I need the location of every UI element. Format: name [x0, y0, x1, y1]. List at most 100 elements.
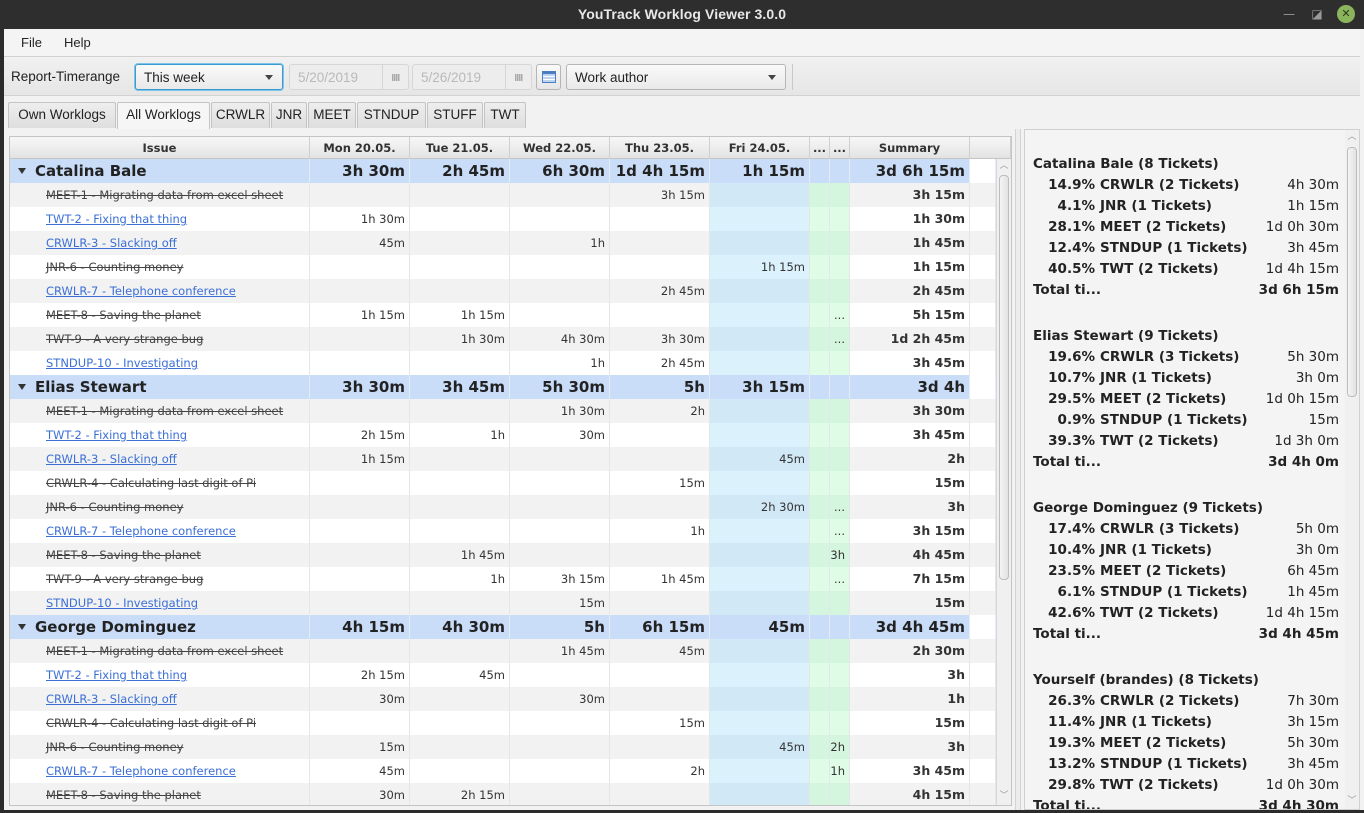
table-row: TWT-9 - A very strange bug 1h 3h 15m 1h 45m… [10, 567, 996, 591]
issue-resolved-link[interactable]: MEET-8 - Saving the planet [46, 308, 201, 322]
calendar-button[interactable] [536, 64, 561, 90]
cell-wed: 3h 15m [510, 567, 610, 591]
summary-project: MEET (2 Tickets) [1100, 219, 1227, 235]
tab-own-worklogs[interactable]: Own Worklogs [8, 102, 116, 128]
issue-link[interactable]: CRWLR-7 - Telephone conference [46, 524, 236, 538]
cell-sun: ... [830, 495, 850, 519]
expand-triangle-icon[interactable] [18, 168, 26, 174]
summary-line: 19.6% CRWLR (3 Tickets) 5h 30m [1033, 349, 1339, 370]
start-date-picker-button[interactable] [382, 65, 408, 89]
cell-sat [810, 663, 830, 687]
column-header-summary[interactable]: Summary [850, 137, 970, 159]
end-date-picker-button[interactable] [505, 65, 531, 89]
table-row: CRWLR-7 - Telephone conference 1h... 3h 15… [10, 519, 996, 543]
summary-total-label: Total ti... [1033, 282, 1102, 298]
table-row: TWT-2 - Fixing that thing 1h 30m 1h 30m [10, 207, 996, 231]
table-scrollbar[interactable]: ︿ ﹀ [996, 159, 1011, 805]
grouping-select[interactable]: Work author [566, 64, 786, 90]
summary-group-title: Elias Stewart (9 Tickets) [1033, 328, 1219, 344]
menu-file[interactable]: File [21, 35, 42, 50]
split-pane-divider[interactable] [1015, 129, 1021, 810]
cell-wed [510, 711, 610, 735]
issue-link[interactable]: CRWLR-3 - Slacking off [46, 236, 177, 250]
column-header-thu[interactable]: Thu 23.05. [610, 137, 710, 159]
issue-resolved-link[interactable]: MEET-8 - Saving the planet [46, 548, 201, 562]
cell-summary: 1h 15m [850, 255, 970, 279]
column-header-issue[interactable]: Issue [10, 137, 310, 159]
scroll-up-icon[interactable]: ︿ [997, 159, 1011, 173]
cell-sun [830, 207, 850, 231]
summary-scrollbar[interactable]: ︿ ﹀ [1345, 130, 1359, 809]
group-total-sun [830, 615, 850, 639]
scroll-down-icon[interactable]: ﹀ [1345, 794, 1359, 808]
cell-filler [970, 591, 996, 615]
cell-filler [970, 615, 996, 639]
cell-summary: 7h 15m [850, 567, 970, 591]
issue-link[interactable]: CRWLR-7 - Telephone conference [46, 284, 236, 298]
issue-resolved-link[interactable]: CRWLR-4 - Calculating last digit of Pi [46, 716, 256, 730]
cell-summary: 4h 45m [850, 543, 970, 567]
expand-triangle-icon[interactable] [18, 384, 26, 390]
scrollbar-thumb[interactable] [1347, 147, 1357, 397]
summary-percent: 0.9% [1057, 412, 1095, 428]
issue-link[interactable]: STNDUP-10 - Investigating [46, 596, 198, 610]
column-header-mon[interactable]: Mon 20.05. [310, 137, 410, 159]
maximize-icon[interactable]: ◪ [1308, 5, 1326, 23]
group-row[interactable]: Catalina Bale 3h 30m 2h 45m 6h 30m 1d 4h 15m… [10, 159, 996, 183]
issue-link[interactable]: TWT-2 - Fixing that thing [46, 668, 187, 682]
issue-resolved-link[interactable]: TWT-9 - A very strange bug [46, 572, 203, 586]
close-icon[interactable]: ✕ [1337, 5, 1355, 23]
expand-triangle-icon[interactable] [18, 624, 26, 630]
scroll-down-icon[interactable]: ﹀ [997, 789, 1011, 803]
issue-link[interactable]: CRWLR-3 - Slacking off [46, 452, 177, 466]
tab-stuff[interactable]: STUFF [427, 102, 483, 128]
issue-resolved-link[interactable]: MEET-1 - Migrating data from excel sheet [46, 188, 283, 202]
issue-resolved-link[interactable]: MEET-8 - Saving the planet [46, 788, 201, 802]
issue-link[interactable]: TWT-2 - Fixing that thing [46, 212, 187, 226]
column-header-sat[interactable]: ... [810, 137, 830, 159]
group-row[interactable]: Elias Stewart 3h 30m 3h 45m 5h 30m 5h 3h 15m 3… [10, 375, 996, 399]
summary-group: George Dominguez (9 Tickets) 17.4% CRWLR (… [1033, 500, 1339, 647]
group-total-wed: 6h 30m [510, 159, 610, 183]
scrollbar-thumb[interactable] [999, 175, 1009, 580]
tab-stndup[interactable]: STNDUP [357, 102, 426, 128]
tab-all-worklogs[interactable]: All Worklogs [117, 102, 210, 129]
group-name-cell: Catalina Bale [10, 159, 310, 183]
issue-link[interactable]: CRWLR-3 - Slacking off [46, 692, 177, 706]
cell-mon [310, 399, 410, 423]
end-date-field[interactable]: 5/26/2019 [412, 64, 532, 90]
cell-summary: 3h 45m [850, 759, 970, 783]
issue-link[interactable]: TWT-2 - Fixing that thing [46, 428, 187, 442]
column-header-fri[interactable]: Fri 24.05. [710, 137, 810, 159]
tab-meet[interactable]: MEET [308, 102, 356, 128]
issue-resolved-link[interactable]: TWT-9 - A very strange bug [46, 332, 203, 346]
minimize-icon[interactable]: — [1280, 5, 1298, 23]
group-row[interactable]: George Dominguez 4h 15m 4h 30m 5h 6h 15m 45m 3… [10, 615, 996, 639]
issue-link[interactable]: CRWLR-7 - Telephone conference [46, 764, 236, 778]
cell-sat [810, 423, 830, 447]
summary-time: 1h 15m [1287, 198, 1339, 214]
issue-resolved-link[interactable]: JNR-6 - Counting money [46, 740, 183, 754]
issue-link[interactable]: STNDUP-10 - Investigating [46, 356, 198, 370]
scroll-up-icon[interactable]: ︿ [1345, 130, 1359, 144]
timerange-select[interactable]: This week [135, 64, 283, 90]
issue-resolved-link[interactable]: JNR-6 - Counting money [46, 500, 183, 514]
menu-help[interactable]: Help [64, 35, 91, 50]
summary-project: MEET (2 Tickets) [1100, 391, 1227, 407]
summary-percent: 6.1% [1057, 584, 1095, 600]
column-header-tue[interactable]: Tue 21.05. [410, 137, 510, 159]
issue-resolved-link[interactable]: MEET-1 - Migrating data from excel sheet [46, 644, 283, 658]
column-header-wed[interactable]: Wed 22.05. [510, 137, 610, 159]
calendar-icon [542, 71, 556, 83]
cell-tue [410, 495, 510, 519]
tab-crwlr[interactable]: CRWLR [211, 102, 270, 128]
issue-resolved-link[interactable]: MEET-1 - Migrating data from excel sheet [46, 404, 283, 418]
tab-jnr[interactable]: JNR [271, 102, 307, 128]
issue-resolved-link[interactable]: CRWLR-4 - Calculating last digit of Pi [46, 476, 256, 490]
issue-resolved-link[interactable]: JNR-6 - Counting money [46, 260, 183, 274]
column-header-sun[interactable]: ... [830, 137, 850, 159]
table-row: JNR-6 - Counting money 1h 15m 1h 15m [10, 255, 996, 279]
tab-twt[interactable]: TWT [484, 102, 526, 128]
summary-project: JNR (1 Tickets) [1100, 370, 1212, 386]
start-date-field[interactable]: 5/20/2019 [289, 64, 409, 90]
